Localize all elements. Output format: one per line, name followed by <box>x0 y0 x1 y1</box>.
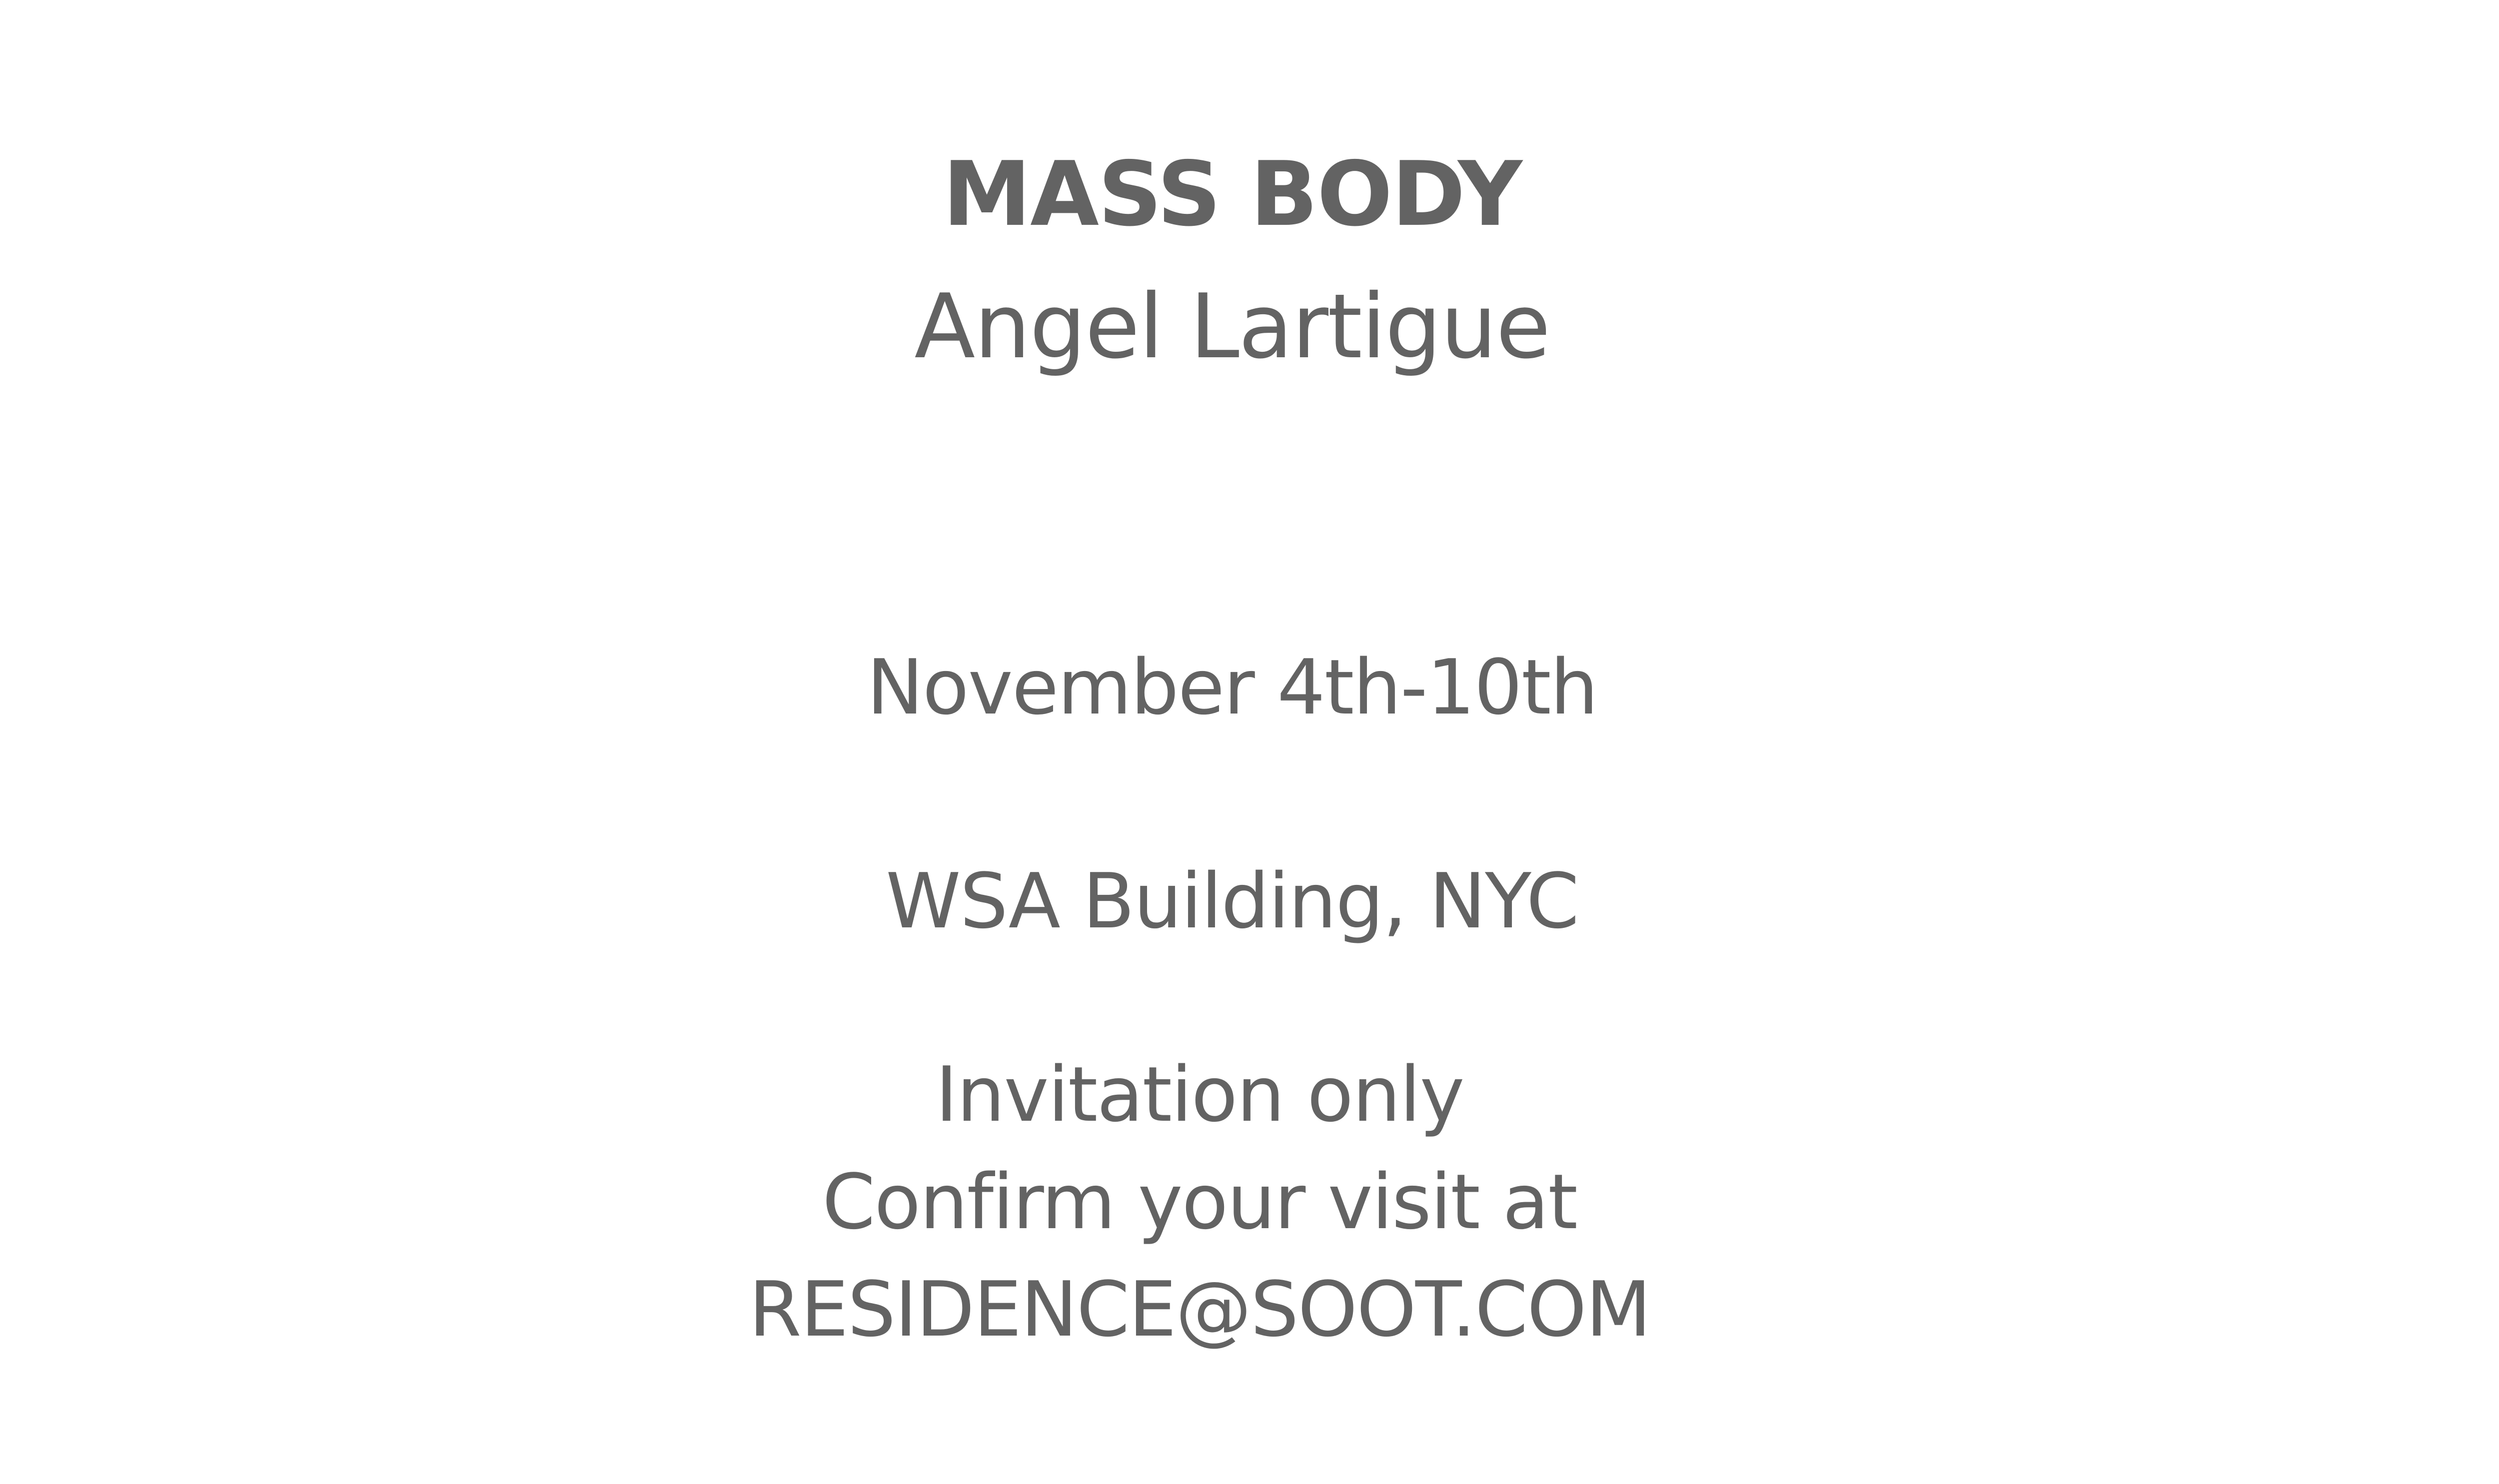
event-dates: November 4th-10th <box>867 643 1598 732</box>
confirm-instruction: Confirm your visit at <box>822 1158 1578 1246</box>
contact-email: RESIDENCE@SOOT.COM <box>749 1265 1651 1354</box>
access-note: Invitation only <box>935 1050 1464 1139</box>
artist-name: Angel Lartigue <box>914 275 1550 378</box>
exhibition-title: MASS BODY <box>943 142 1522 246</box>
event-venue: WSA Building, NYC <box>886 857 1579 945</box>
